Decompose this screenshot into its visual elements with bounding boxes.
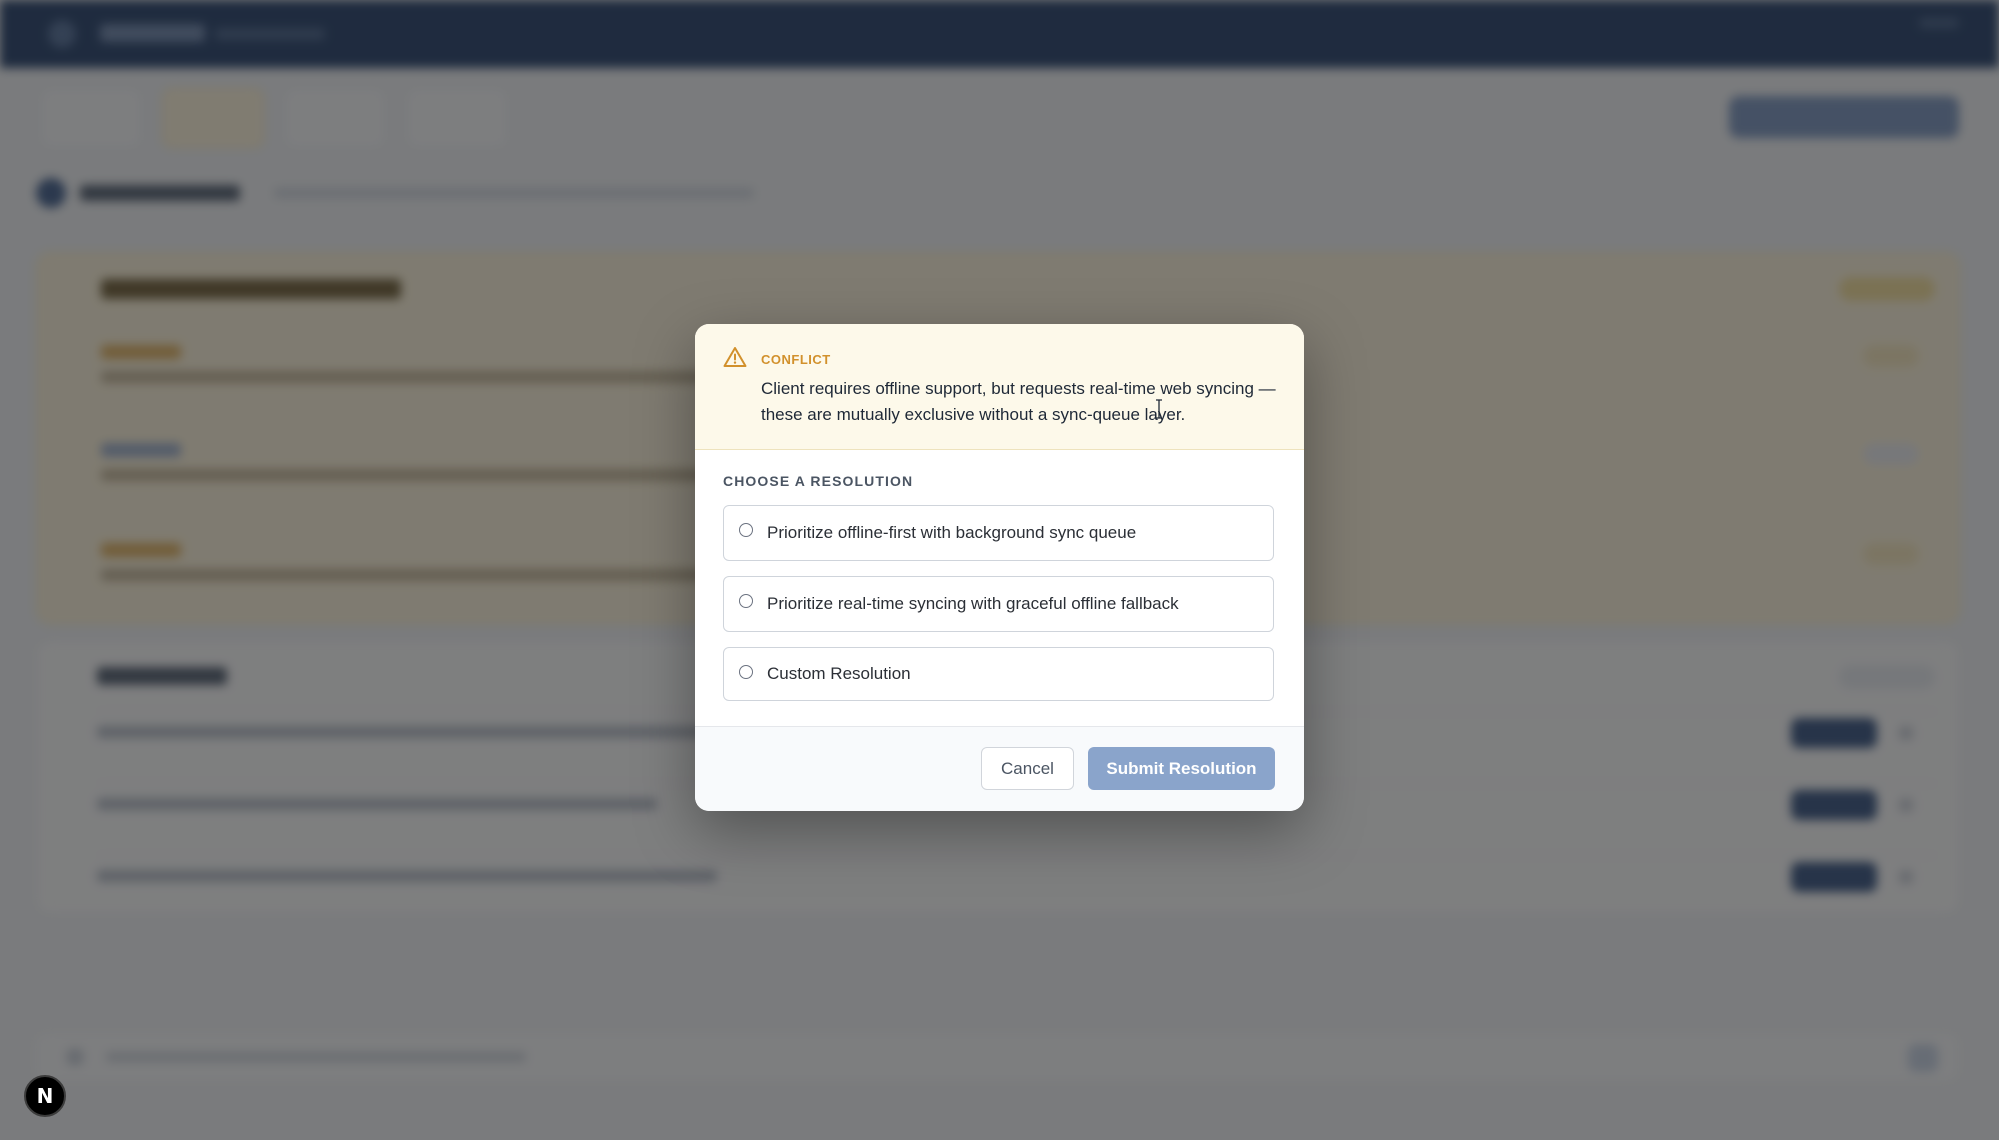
conflict-label: CONFLICT	[761, 352, 831, 367]
resolution-option-custom[interactable]: Custom Resolution	[723, 647, 1274, 701]
modal-footer: Cancel Submit Resolution	[695, 726, 1304, 811]
resolve-conflict-modal: CONFLICT Client requires offline support…	[695, 324, 1304, 811]
warning-triangle-icon	[723, 347, 747, 367]
resolution-option-label: Prioritize offline-first with background…	[767, 523, 1137, 542]
page: N CONFLICT Client requires offline suppo…	[0, 0, 1999, 1140]
resolution-option-label: Custom Resolution	[767, 664, 911, 683]
radio-button[interactable]	[739, 523, 753, 537]
resolution-option-offline-first[interactable]: Prioritize offline-first with background…	[723, 505, 1274, 561]
cancel-button[interactable]: Cancel	[981, 747, 1074, 790]
nextjs-badge-icon[interactable]: N	[24, 1075, 66, 1117]
conflict-banner: CONFLICT Client requires offline support…	[695, 324, 1304, 450]
text-cursor-icon	[1156, 399, 1162, 419]
nextjs-badge-label: N	[36, 1084, 54, 1108]
radio-button[interactable]	[739, 594, 753, 608]
submit-resolution-button[interactable]: Submit Resolution	[1088, 747, 1275, 790]
resolution-section-label: CHOOSE A RESOLUTION	[723, 473, 914, 489]
radio-button[interactable]	[739, 665, 753, 679]
conflict-description: Client requires offline support, but req…	[761, 379, 1276, 424]
resolution-option-realtime[interactable]: Prioritize real-time syncing with gracef…	[723, 576, 1274, 632]
resolution-option-label: Prioritize real-time syncing with gracef…	[767, 594, 1179, 613]
